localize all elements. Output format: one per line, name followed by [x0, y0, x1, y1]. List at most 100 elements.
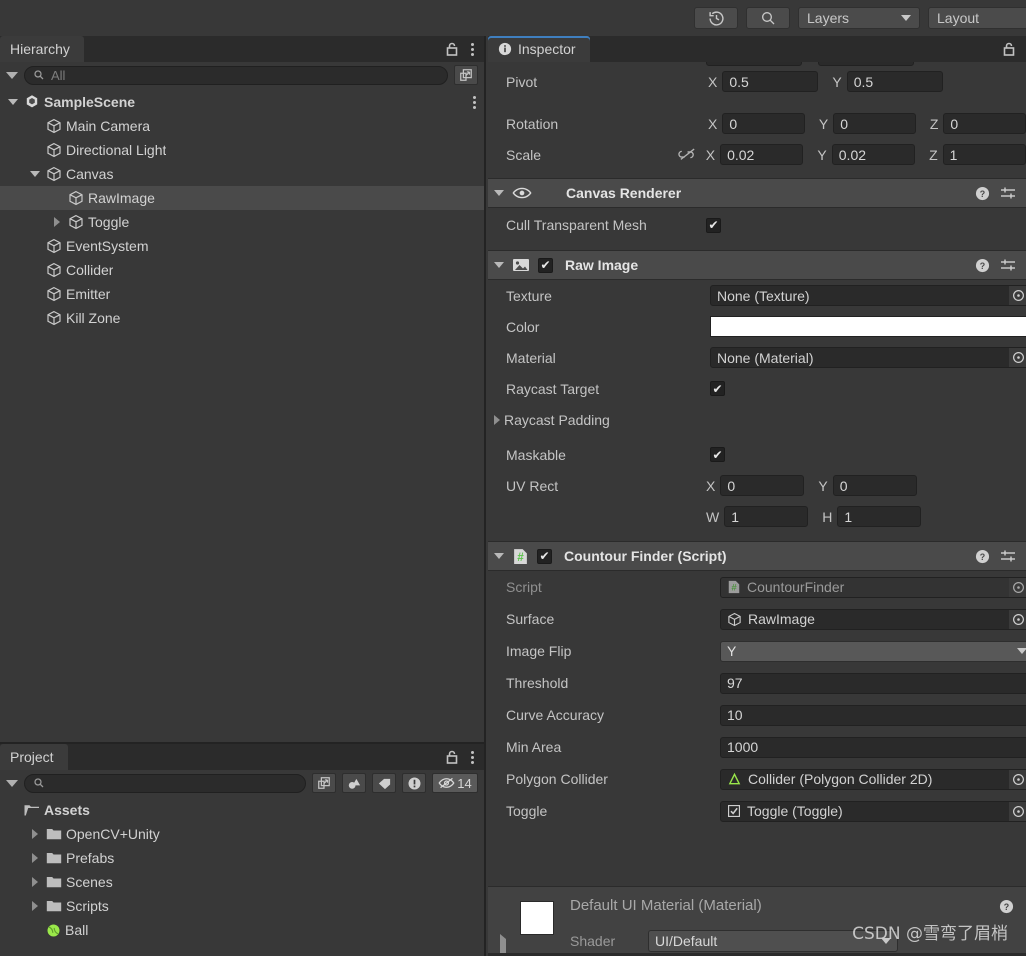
scale-z-input[interactable]: 1 — [942, 144, 1026, 165]
foldout-closed-icon[interactable] — [50, 215, 64, 229]
surface-select-icon[interactable] — [1009, 609, 1026, 629]
hierarchy-item[interactable]: Main Camera — [0, 114, 484, 138]
foldout-open-icon[interactable] — [494, 190, 504, 196]
hierarchy-item[interactable]: Canvas — [0, 162, 484, 186]
script-select-icon[interactable] — [1009, 577, 1026, 597]
foldout-open-icon[interactable] — [6, 95, 20, 109]
hierarchy-item[interactable]: RawImage — [0, 186, 484, 210]
hidden-items-badge[interactable]: 14 — [432, 773, 478, 793]
foldout-open-icon[interactable] — [494, 553, 504, 559]
scale-label: Scale — [506, 146, 542, 163]
rotation-z-input[interactable]: 0 — [943, 113, 1026, 134]
foldout-open-icon[interactable] — [28, 167, 42, 181]
component-settings-icon[interactable] — [1000, 258, 1016, 272]
help-icon[interactable]: ? — [975, 258, 990, 273]
script-object-field[interactable]: # CountourFinder — [720, 576, 1026, 598]
hierarchy-item[interactable]: Kill Zone — [0, 306, 484, 330]
project-tree: Assets OpenCV+Unity Prefabs Scenes Scripts Ba… — [0, 796, 484, 942]
hierarchy-search-input[interactable]: All — [24, 65, 448, 85]
texture-select-icon[interactable] — [1009, 286, 1026, 305]
toggle-select-icon[interactable] — [1009, 801, 1026, 821]
min-area-input[interactable]: 1000 — [720, 736, 1026, 758]
component-settings-icon[interactable] — [1000, 186, 1016, 200]
raw-image-enabled-checkbox[interactable]: ✔ — [538, 257, 553, 273]
foldout-closed-icon[interactable] — [28, 851, 42, 865]
row-menu-icon[interactable] — [473, 95, 476, 109]
hierarchy-item[interactable]: EventSystem — [0, 234, 484, 258]
scale-x-input[interactable]: 0.02 — [720, 144, 804, 165]
help-icon[interactable]: ? — [975, 186, 990, 201]
surface-object-field[interactable]: RawImage — [720, 608, 1026, 630]
foldout-closed-icon[interactable] — [490, 413, 504, 427]
material-select-icon[interactable] — [1009, 348, 1026, 367]
layout-dropdown[interactable]: Layout — [928, 7, 1026, 29]
hierarchy-item[interactable]: Collider — [0, 258, 484, 282]
maskable-checkbox[interactable]: ✔ — [710, 447, 725, 462]
tab-inspector[interactable]: Inspector — [488, 36, 590, 62]
pivot-y-input[interactable]: 0.5 — [846, 71, 943, 92]
polygon-collider-select-icon[interactable] — [1009, 769, 1026, 789]
project-popout-button[interactable] — [312, 773, 336, 793]
hierarchy-item[interactable]: Emitter — [0, 282, 484, 306]
foldout-closed-icon[interactable] — [28, 827, 42, 841]
texture-object-field[interactable]: None (Texture) — [710, 285, 1026, 306]
countour-finder-enabled-checkbox[interactable]: ✔ — [537, 548, 552, 564]
material-help-icon[interactable]: ? — [999, 899, 1014, 917]
gameobject-icon — [46, 262, 62, 278]
search-button[interactable] — [746, 7, 790, 29]
tab-hierarchy[interactable]: Hierarchy — [0, 36, 84, 62]
pivot-x-input[interactable]: 0.5 — [722, 71, 819, 92]
hierarchy-item[interactable]: Toggle — [0, 210, 484, 234]
hierarchy-item[interactable]: Directional Light — [0, 138, 484, 162]
hierarchy-menu-icon[interactable] — [471, 42, 474, 56]
rotation-x-input[interactable]: 0 — [722, 113, 805, 134]
project-menu-icon[interactable] — [471, 750, 474, 764]
lock-icon[interactable] — [1002, 41, 1016, 57]
project-item[interactable]: Ball — [0, 918, 484, 942]
lock-icon[interactable] — [445, 749, 459, 765]
lock-icon[interactable] — [445, 41, 459, 57]
filter-by-label-button[interactable] — [372, 773, 396, 793]
error-filter-button[interactable] — [402, 773, 426, 793]
color-swatch-field[interactable] — [710, 316, 1026, 337]
project-item[interactable]: Prefabs — [0, 846, 484, 870]
foldout-spacer — [28, 143, 42, 157]
rotation-y-input[interactable]: 0 — [833, 113, 916, 134]
scale-y-input[interactable]: 0.02 — [831, 144, 916, 165]
project-item[interactable]: Scenes — [0, 870, 484, 894]
project-collapse-icon[interactable] — [6, 779, 18, 787]
cull-transparent-mesh-checkbox[interactable]: ✔ — [706, 217, 721, 233]
foldout-closed-icon[interactable] — [28, 899, 42, 913]
toggle-object-field[interactable]: Toggle (Toggle) — [720, 800, 1026, 822]
canvas-renderer-header[interactable]: Canvas Renderer ? — [488, 178, 1026, 208]
foldout-closed-icon[interactable] — [28, 875, 42, 889]
foldout-open-icon[interactable] — [494, 262, 504, 268]
project-item[interactable]: Scripts — [0, 894, 484, 918]
curve-accuracy-input[interactable]: 10 — [720, 704, 1026, 726]
help-icon[interactable]: ? — [975, 549, 990, 564]
tab-project[interactable]: Project — [0, 744, 68, 770]
layers-dropdown[interactable]: Layers — [798, 7, 920, 29]
history-button[interactable] — [694, 7, 738, 29]
component-settings-icon[interactable] — [1000, 549, 1016, 563]
uv-w-input[interactable]: 1 — [724, 506, 809, 527]
uv-x-input[interactable]: 0 — [720, 475, 805, 496]
threshold-input[interactable]: 97 — [720, 672, 1026, 694]
hierarchy-popout-button[interactable] — [454, 65, 478, 85]
countour-finder-header[interactable]: # ✔ Countour Finder (Script) ? — [488, 541, 1026, 571]
image-flip-dropdown[interactable]: Y — [720, 640, 1026, 662]
project-item[interactable]: OpenCV+Unity — [0, 822, 484, 846]
material-object-field[interactable]: None (Material) — [710, 347, 1026, 368]
hierarchy-collapse-icon[interactable] — [6, 71, 18, 79]
project-search-input[interactable] — [24, 773, 306, 793]
hierarchy-item[interactable]: SampleScene — [0, 90, 484, 114]
constrain-proportions-off-icon[interactable] — [678, 147, 704, 162]
uv-y-input[interactable]: 0 — [832, 475, 917, 496]
raycast-target-checkbox[interactable]: ✔ — [710, 381, 725, 396]
project-item[interactable]: Assets — [0, 798, 484, 822]
uv-h-input[interactable]: 1 — [837, 506, 922, 527]
raycast-padding-row[interactable]: Raycast Padding — [488, 404, 1026, 435]
polygon-collider-object-field[interactable]: Collider (Polygon Collider 2D) — [720, 768, 1026, 790]
raw-image-header[interactable]: ✔ Raw Image ? — [488, 250, 1026, 280]
filter-by-type-button[interactable] — [342, 773, 366, 793]
